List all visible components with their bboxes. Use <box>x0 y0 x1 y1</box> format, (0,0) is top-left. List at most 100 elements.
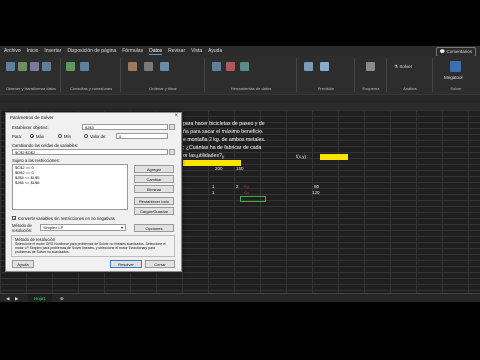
ribbon-tabs: Archivo Inicio Insertar Disposición de p… <box>0 46 480 56</box>
method-value: Simplex LP <box>43 225 64 230</box>
problem-line: ; ¿Cuántas ha de fabricar de cada <box>183 145 262 151</box>
forecast-sheet-icon[interactable] <box>320 62 329 71</box>
ribbon-group-outline: Esquema <box>356 58 387 92</box>
solver-ribbon-label: Solver <box>399 64 413 69</box>
tab-insertar[interactable]: Insertar <box>44 48 61 54</box>
variables-label: Cambiando las celdas de variables: <box>12 143 79 148</box>
chevron-down-icon: ▾ <box>120 225 123 230</box>
solve-button[interactable]: Resolver <box>110 260 142 268</box>
add-button[interactable]: Agregar <box>134 165 174 173</box>
cell-lte-b: <= <box>244 190 250 195</box>
close-icon[interactable]: × <box>174 113 178 119</box>
remove-duplicates-icon[interactable] <box>240 62 249 71</box>
advanced-filter-icon[interactable] <box>160 62 169 71</box>
ribbon-group-label: Previsión <box>317 86 335 91</box>
value-input[interactable]: 0 <box>116 133 168 139</box>
tab-datos[interactable]: Datos <box>149 48 163 55</box>
tab-inicio[interactable]: Inicio <box>27 48 39 54</box>
max-radio[interactable] <box>30 134 34 138</box>
megatool-icon[interactable] <box>450 61 461 72</box>
cell-objective-label: f(x,y) : <box>296 154 309 159</box>
outline-icon[interactable] <box>366 62 375 71</box>
tab-ayuda[interactable]: Ayuda <box>208 48 222 54</box>
tab-revisar[interactable]: Revisar <box>168 48 185 54</box>
ribbon-group-label: Análisis <box>403 86 417 91</box>
from-web-icon[interactable] <box>30 62 39 71</box>
value-radio[interactable] <box>84 134 88 138</box>
ribbon-group-label: Solver <box>450 86 462 91</box>
delete-button[interactable]: Eliminar <box>134 185 174 193</box>
next-sheet-icon[interactable]: ▶ <box>15 294 18 302</box>
sheet-tab-hoja1[interactable]: Hoja1 <box>28 294 52 302</box>
ribbon-group-label: Esquema <box>362 86 380 91</box>
collapse-dialog-icon[interactable] <box>169 124 175 130</box>
tab-formulas[interactable]: Fórmulas <box>122 48 143 54</box>
ribbon-group-get-data: Obtener y transformar datos <box>2 58 61 92</box>
nonnegative-checkbox[interactable]: ✓ <box>12 216 16 221</box>
ribbon-group-analysis: ⚗ Solver Análisis <box>388 58 433 92</box>
ribbon-group-queries: Consultas y conexiones <box>62 58 121 92</box>
active-cell[interactable] <box>240 196 266 202</box>
get-data-icon[interactable] <box>6 62 15 71</box>
method-select[interactable]: Simplex LP ▾ <box>40 224 126 231</box>
constraints-list[interactable]: $C$2 >= 0 $D$2 >= 0 $J$5 <= $L$5 $J$6 <=… <box>12 164 128 210</box>
highlight-variables[interactable] <box>183 160 241 166</box>
from-text-icon[interactable] <box>18 62 27 71</box>
sheet-tabs-bar: ◀ ▶ Hoja1 ⊕ <box>0 293 480 302</box>
value-label: Valor de: <box>90 134 107 139</box>
flash-fill-icon[interactable] <box>226 62 235 71</box>
min-label: Mín <box>64 134 71 139</box>
cell-one-b: 1 <box>212 190 215 195</box>
cell-lte-a: <= <box>244 184 250 189</box>
cell-x-label: x <box>196 154 199 159</box>
cell-80: 80 <box>314 184 320 189</box>
cell-y-label: y <box>222 154 225 159</box>
min-radio[interactable] <box>58 134 62 138</box>
queries-icon[interactable] <box>80 62 89 71</box>
cell-150: 150 <box>236 166 244 171</box>
help-button[interactable]: Ayuda <box>12 260 34 268</box>
excel-window: Archivo Inicio Insertar Disposición de p… <box>0 46 480 302</box>
close-button[interactable]: Cerrar <box>145 260 175 268</box>
method-label: Método de resolución: <box>12 223 33 233</box>
cell-one-a: 1 <box>212 184 215 189</box>
highlight-objective[interactable] <box>320 154 348 160</box>
dialog-title: Parámetros de Solver <box>10 115 54 120</box>
ribbon-group-label: Consultas y conexiones <box>69 86 113 91</box>
what-if-icon[interactable] <box>304 62 313 71</box>
tab-disposicion[interactable]: Disposición de página <box>67 48 116 54</box>
prev-sheet-icon[interactable]: ◀ <box>6 294 9 302</box>
reset-all-button[interactable]: Restablecer todo <box>134 197 174 205</box>
refresh-all-icon[interactable] <box>66 62 75 71</box>
variables-input[interactable]: $C$2:$D$2 <box>12 149 168 155</box>
collapse-variables-icon[interactable] <box>169 149 175 155</box>
problem-line: or las utilidades? <box>183 153 222 159</box>
comments-label: Comentarios <box>446 49 472 54</box>
megatool-label: Megatool <box>444 75 463 80</box>
add-sheet-icon[interactable]: ⊕ <box>60 294 64 302</box>
para-label: Para: <box>12 134 23 139</box>
ribbon-group-forecast: Previsión <box>298 58 355 92</box>
problem-line: e montaña 2 kg. de ambos metales. <box>183 137 266 143</box>
tab-vista[interactable]: Vista <box>191 48 202 54</box>
objective-input[interactable]: $J$3 <box>82 124 168 130</box>
comment-icon: 💬 <box>439 49 446 54</box>
from-table-icon[interactable] <box>42 62 51 71</box>
solver-ribbon-button[interactable]: ⚗ Solver <box>394 64 412 70</box>
objective-label: Establecer objetivo: <box>12 125 49 130</box>
load-save-button[interactable]: Cargar/Guardar <box>134 207 174 215</box>
sort-icon[interactable] <box>128 62 137 71</box>
method-group: Método de resolución Seleccione el motor… <box>11 235 175 257</box>
problem-line: para hacer bicicletas de paseo y de <box>183 121 265 127</box>
cell-two-a: 2 <box>236 184 239 189</box>
problem-line: ña para sacar el máximo beneficio. <box>183 129 264 135</box>
problem-text: para hacer bicicletas de paseo y de ña p… <box>183 120 333 160</box>
filter-icon[interactable] <box>144 62 153 71</box>
solver-icon: ⚗ <box>394 64 399 69</box>
constraint-item[interactable]: $J$6 <= $L$6 <box>15 180 127 185</box>
tab-archivo[interactable]: Archivo <box>4 48 21 54</box>
text-to-columns-icon[interactable] <box>212 62 221 71</box>
constraints-label: Sujeto a las restricciones: <box>12 158 60 163</box>
change-button[interactable]: Cambiar <box>134 175 174 183</box>
options-button[interactable]: Opciones <box>134 224 174 232</box>
